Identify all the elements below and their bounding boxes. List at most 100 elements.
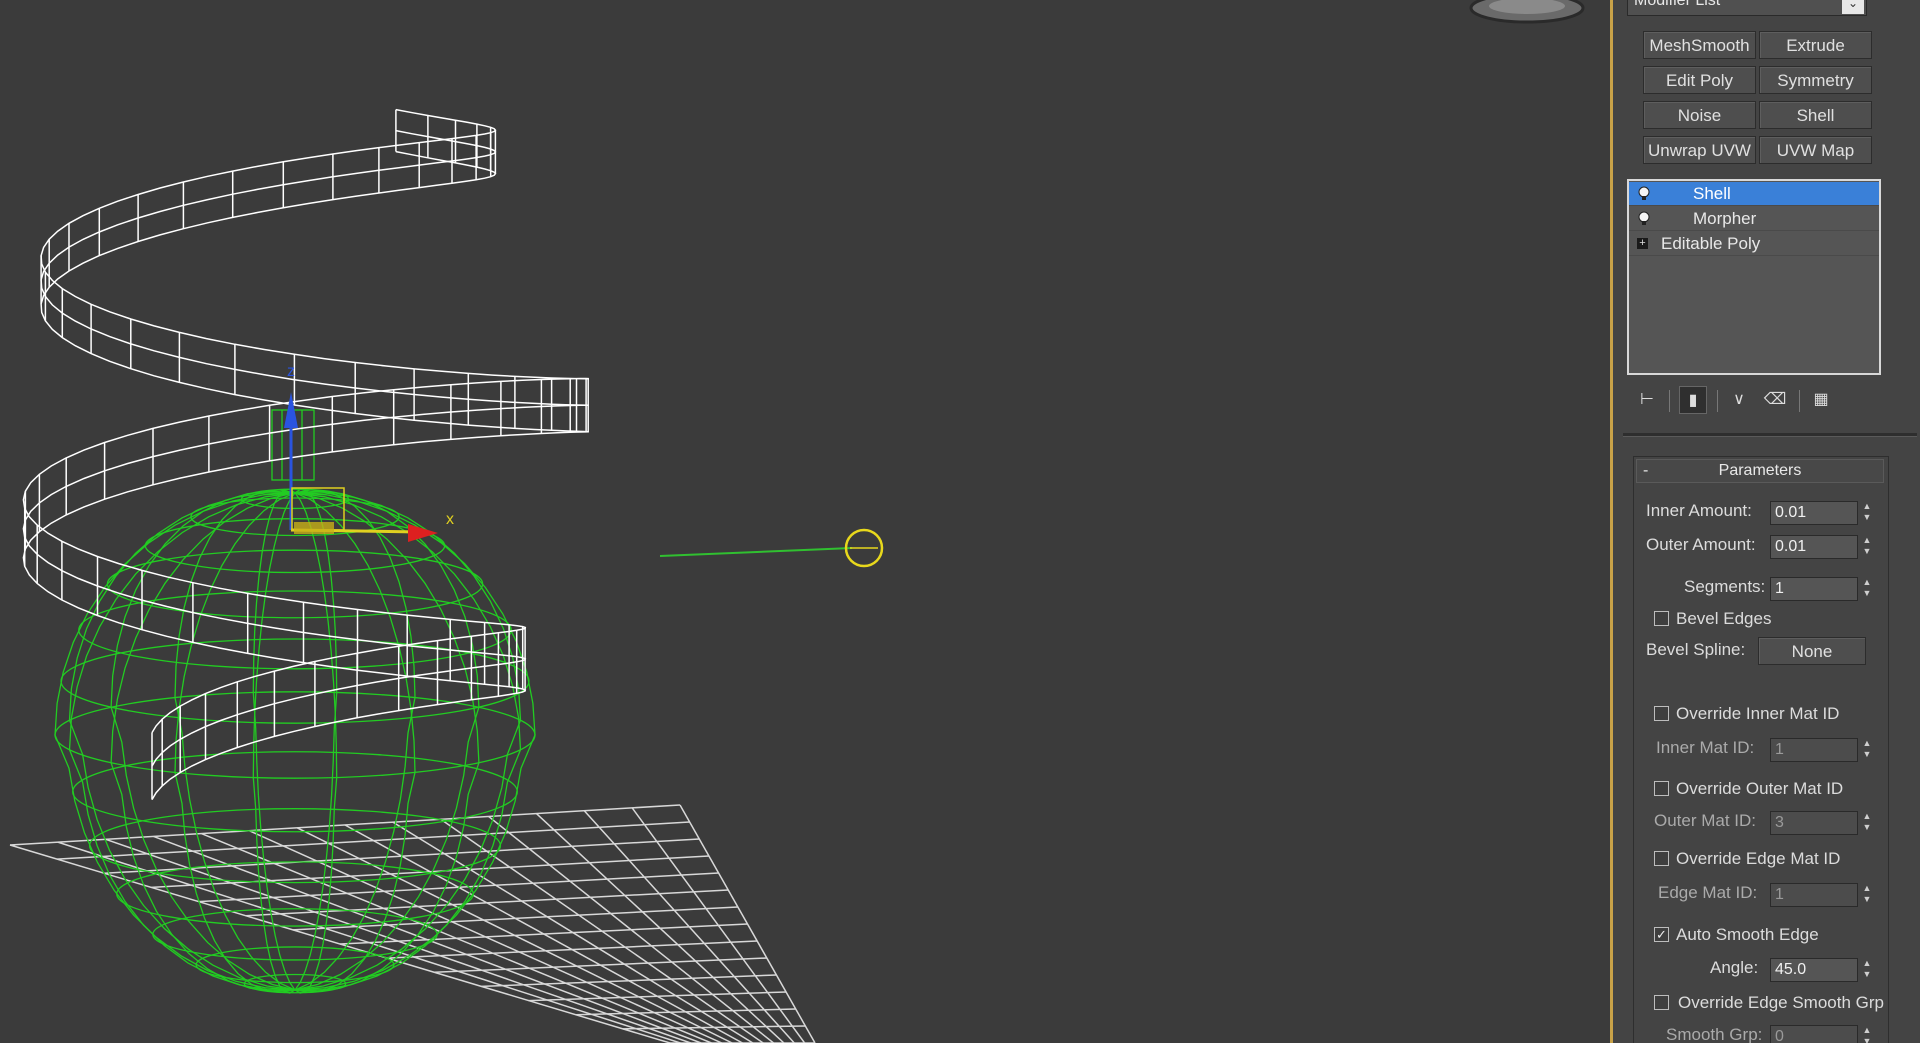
apple-meridian	[294, 492, 416, 994]
show-end-result-icon[interactable]: ▮	[1679, 386, 1707, 414]
edge-mat-id-spinner[interactable]: 1 ▲ ▼	[1770, 883, 1876, 907]
grid-line	[622, 1025, 806, 1030]
outer-mat-id-spinner[interactable]: 3 ▲ ▼	[1770, 811, 1876, 835]
outer-amount-field[interactable]: 0.01	[1770, 535, 1858, 559]
modifier-stack[interactable]: Shell Morpher + Editable Poly	[1627, 179, 1881, 375]
outer-mat-id-field[interactable]: 3	[1770, 811, 1858, 835]
inner-amount-field[interactable]: 0.01	[1770, 501, 1858, 525]
stack-item-label: Morpher	[1693, 209, 1757, 228]
apple-meridian	[294, 492, 480, 992]
apple-meridian	[294, 488, 338, 991]
stack-toolbar: ⊢ ▮ ∨ ⌫ ▦	[1627, 384, 1881, 418]
modifier-list-dropdown[interactable]: Modifier List ⌄	[1627, 0, 1867, 16]
command-panel-modify: Modifier List ⌄ MeshSmooth Extrude Edit …	[1613, 0, 1920, 1043]
spinner-arrows-icon[interactable]: ▲ ▼	[1860, 883, 1874, 907]
smooth-grp-field[interactable]: 0	[1770, 1025, 1858, 1043]
bevel-edges-checkbox[interactable]	[1654, 611, 1669, 626]
noise-button[interactable]: Noise	[1643, 101, 1756, 129]
angle-label: Angle:	[1710, 958, 1759, 977]
spiral-peel-wireframe-mesh	[22, 108, 590, 800]
override-outer-mat-id-label[interactable]: Override Outer Mat ID	[1676, 779, 1843, 799]
bevel-edges-label[interactable]: Bevel Edges	[1676, 609, 1771, 629]
light-target-line	[659, 547, 853, 557]
bevel-spline-label: Bevel Spline:	[1646, 640, 1746, 659]
panel-divider	[1623, 433, 1917, 437]
auto-smooth-edge-checkbox[interactable]: ✓	[1654, 927, 1669, 942]
stack-item-label: Shell	[1693, 184, 1731, 203]
override-edge-mat-id-checkbox[interactable]	[1654, 851, 1669, 866]
gizmo-z-label: z	[287, 363, 295, 380]
lightbulb-icon[interactable]	[1637, 211, 1651, 227]
bevel-spline-none-button[interactable]: None	[1758, 637, 1866, 665]
spinner-arrows-icon[interactable]: ▲ ▼	[1860, 738, 1874, 762]
override-inner-mat-id-label[interactable]: Override Inner Mat ID	[1676, 704, 1839, 724]
angle-spinner[interactable]: 45.0 ▲ ▼	[1770, 958, 1876, 982]
apple-ring	[106, 549, 484, 619]
spinner-arrows-icon[interactable]: ▲ ▼	[1860, 1025, 1874, 1043]
gizmo-plane-fill	[294, 522, 334, 534]
stack-item-editable-poly[interactable]: + Editable Poly	[1629, 232, 1879, 256]
toolbar-divider	[1799, 390, 1800, 412]
chevron-down-icon[interactable]: ⌄	[1842, 0, 1864, 14]
override-edge-smooth-grp-label[interactable]: Override Edge Smooth Grp	[1678, 993, 1884, 1013]
outer-amount-label: Outer Amount:	[1646, 535, 1756, 554]
gizmo-x-label: x	[446, 511, 454, 528]
grid-line	[392, 821, 754, 1043]
outer-amount-spinner[interactable]: 0.01 ▲ ▼	[1770, 535, 1876, 559]
grid-line	[575, 1008, 796, 1016]
spinner-arrows-icon[interactable]: ▲ ▼	[1860, 811, 1874, 835]
override-outer-mat-id-checkbox[interactable]	[1654, 781, 1669, 796]
configure-modifier-sets-icon[interactable]: ▦	[1807, 386, 1835, 414]
spinner-arrows-icon[interactable]: ▲ ▼	[1860, 958, 1874, 982]
extrude-button[interactable]: Extrude	[1759, 31, 1872, 59]
grid-line	[440, 818, 764, 1043]
spinner-arrows-icon[interactable]: ▲ ▼	[1860, 501, 1874, 525]
modifier-list-label: Modifier List	[1634, 0, 1721, 9]
meshsmooth-button[interactable]: MeshSmooth	[1643, 31, 1756, 59]
segments-spinner[interactable]: 1 ▲ ▼	[1770, 577, 1876, 601]
rollout-title: Parameters	[1718, 462, 1802, 479]
angle-field[interactable]: 45.0	[1770, 958, 1858, 982]
override-edge-smooth-grp-checkbox[interactable]	[1654, 995, 1669, 1010]
apple-meridian	[110, 492, 296, 992]
grid-line	[679, 804, 816, 1043]
edge-mat-id-field[interactable]: 1	[1770, 883, 1858, 907]
uvw-map-button[interactable]: UVW Map	[1759, 136, 1872, 164]
edge-mat-id-label: Edge Mat ID:	[1658, 883, 1758, 902]
inner-mat-id-spinner[interactable]: 1 ▲ ▼	[1770, 738, 1876, 762]
lightbulb-icon[interactable]	[1637, 186, 1651, 202]
auto-smooth-edge-label[interactable]: Auto Smooth Edge	[1676, 925, 1819, 945]
spinner-arrows-icon[interactable]: ▲ ▼	[1860, 535, 1874, 559]
collapse-icon[interactable]: -	[1643, 460, 1648, 482]
stack-item-shell[interactable]: Shell	[1629, 182, 1879, 206]
inner-mat-id-field[interactable]: 1	[1770, 738, 1858, 762]
make-unique-icon[interactable]: ∨	[1725, 386, 1753, 414]
viewport-perspective[interactable]: zx	[0, 0, 1610, 1043]
smooth-grp-spinner[interactable]: 0 ▲ ▼	[1770, 1025, 1876, 1043]
grid-line	[488, 815, 775, 1043]
unwrap-uvw-button[interactable]: Unwrap UVW	[1643, 136, 1756, 164]
shell-button[interactable]: Shell	[1759, 101, 1872, 129]
symmetry-button[interactable]: Symmetry	[1759, 66, 1872, 94]
spinner-arrows-icon[interactable]: ▲ ▼	[1860, 577, 1874, 601]
edit-poly-button[interactable]: Edit Poly	[1643, 66, 1756, 94]
smooth-grp-label: Smooth Grp:	[1666, 1025, 1763, 1043]
expand-plus-icon[interactable]: +	[1637, 238, 1648, 249]
segments-label: Segments:	[1684, 577, 1766, 596]
pin-stack-icon[interactable]: ⊢	[1633, 386, 1661, 414]
gizmo-x-arrow-icon	[408, 524, 438, 542]
grid-line	[434, 957, 767, 974]
toolbar-divider	[1669, 390, 1670, 412]
segments-field[interactable]: 1	[1770, 577, 1858, 601]
parameters-rollout: - Parameters Inner Amount: 0.01 ▲ ▼ Outer…	[1633, 456, 1889, 1043]
grid-line	[339, 923, 748, 945]
scene-canvas[interactable]: zx	[0, 0, 1610, 1043]
stack-item-morpher[interactable]: Morpher	[1629, 207, 1879, 231]
remove-modifier-icon[interactable]: ⌫	[1761, 386, 1789, 414]
inner-amount-spinner[interactable]: 0.01 ▲ ▼	[1770, 501, 1876, 525]
override-edge-mat-id-label[interactable]: Override Edge Mat ID	[1676, 849, 1840, 869]
parameters-rollout-header[interactable]: - Parameters	[1636, 459, 1884, 483]
apple-meridian	[174, 492, 296, 994]
apple-ring	[152, 908, 438, 961]
override-inner-mat-id-checkbox[interactable]	[1654, 706, 1669, 721]
